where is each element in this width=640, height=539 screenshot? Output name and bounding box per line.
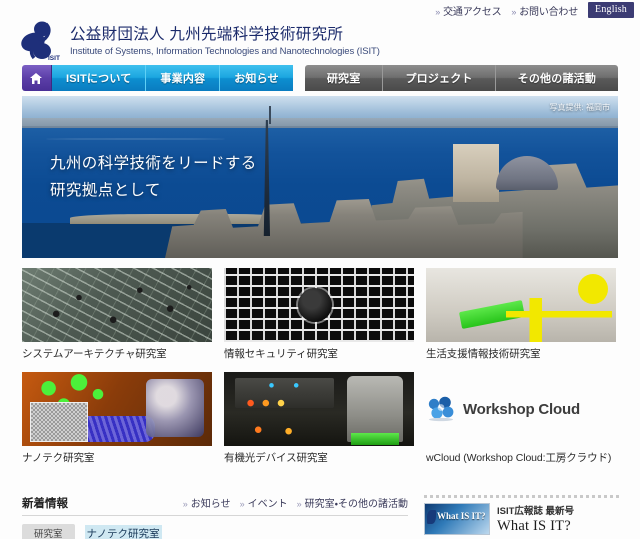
thumbnail-microscope: [346, 376, 403, 443]
card-nanotech[interactable]: ナノテク研究室: [22, 372, 212, 465]
card-label: wCloud (Workshop Cloud:工房クラウド): [426, 452, 612, 464]
thumbnail-green-panel: [459, 300, 526, 330]
news-link-events[interactable]: イベント: [240, 495, 288, 510]
site-header: ISIT 公益財団法人 九州先端科学技術研究所 Institute of Sys…: [0, 18, 640, 64]
news-category-badge: 研究室: [22, 524, 75, 539]
wcloud-logo-text: Workshop Cloud: [463, 400, 580, 418]
card-life-support-it[interactable]: 生活支援情報技術研究室: [426, 268, 616, 361]
thumbnail-green-stage: [350, 432, 399, 445]
english-language-button[interactable]: English: [588, 2, 634, 18]
wcloud-logo: Workshop Cloud: [426, 372, 616, 446]
news-category-links: お知らせ イベント 研究室・その他の諸活動: [183, 495, 408, 510]
nav-other-activities[interactable]: その他の諸活動: [495, 65, 618, 91]
nav-home-button[interactable]: [22, 65, 52, 91]
nav-separator: [293, 65, 305, 91]
widget-body: What IS IT? ISIT広報誌 最新号 What IS IT?: [424, 503, 620, 535]
card-system-architecture[interactable]: システムアーキテクチャ研究室: [22, 268, 212, 361]
site-title-en: Institute of Systems, Information Techno…: [70, 46, 380, 58]
utility-bar: 交通アクセス お問い合わせ English: [0, 0, 640, 20]
card-label: 有機光デバイス研究室: [224, 452, 328, 464]
news-item-title[interactable]: ナノテク研究室: [84, 524, 162, 539]
card-label: システムアーキテクチャ研究室: [22, 348, 167, 360]
card-label: ナノテク研究室: [22, 452, 95, 464]
magazine-logo-icon: [427, 510, 436, 524]
nav-group-primary: ISITについて 事業内容 お知らせ: [22, 65, 293, 91]
page-root: 交通アクセス お問い合わせ English ISIT 公益財団法人 九州先端科学…: [0, 0, 640, 539]
nav-group-secondary: 研究室 プロジェクト その他の諸活動: [304, 65, 618, 91]
hero-headline-line2: 研究拠点として: [50, 182, 161, 200]
site-title-block: 公益財団法人 九州先端科学技術研究所 Institute of Systems,…: [70, 25, 380, 57]
card-thumbnail-optical-device: [224, 372, 414, 446]
card-label: 情報セキュリティ研究室: [224, 348, 338, 360]
svg-text:ISIT: ISIT: [48, 55, 60, 62]
nav-news[interactable]: お知らせ: [220, 65, 293, 91]
news-section-title: 新着情報: [22, 498, 68, 510]
news-list-item[interactable]: 研究室 ナノテク研究室: [22, 524, 408, 539]
card-row-2: ナノテク研究室 有機光デバイス研究室 Workshop Cloud wCloud…: [22, 372, 618, 465]
hero-headline-line1: 九州の科学技術をリードする: [50, 155, 257, 172]
card-row-1: システムアーキテクチャ研究室 情報セキュリティ研究室 生活支援情報技術研究室: [22, 268, 618, 361]
nav-labs[interactable]: 研究室: [304, 65, 384, 91]
isit-logo-icon[interactable]: ISIT: [18, 20, 62, 62]
hero-headline: 九州の科学技術をリードする 研究拠点として: [50, 150, 257, 204]
site-title-ja: 公益財団法人 九州先端科学技術研究所: [70, 25, 344, 43]
cloud-swirl-icon: [428, 396, 454, 422]
card-label: 生活支援情報技術研究室: [426, 348, 541, 360]
widget-kicker: ISIT広報誌 最新号: [497, 506, 575, 517]
widget-headline: What IS IT?: [497, 518, 571, 534]
card-thumbnail-life-support: [426, 268, 616, 342]
hero-beach: [69, 214, 273, 224]
widget-divider: [424, 495, 620, 498]
news-link-labs-activities[interactable]: 研究室・その他の諸活動: [297, 495, 408, 510]
widget-text-block: ISIT広報誌 最新号 What IS IT?: [497, 503, 574, 535]
card-thumbnail-pcb: [22, 268, 212, 342]
card-thumbnail-security: [224, 268, 414, 342]
thumbnail-afm-inset: [29, 401, 88, 442]
news-section: 新着情報 お知らせ イベント 研究室・その他の諸活動 研究室 ナノテク研究室: [22, 495, 408, 539]
card-wcloud[interactable]: Workshop Cloud wCloud (Workshop Cloud:工房…: [426, 372, 616, 465]
main-navigation: ISITについて 事業内容 お知らせ 研究室 プロジェクト その他の諸活動: [22, 65, 618, 91]
news-header: 新着情報 お知らせ イベント 研究室・その他の諸活動: [22, 495, 408, 516]
nav-about[interactable]: ISITについて: [51, 65, 147, 91]
house-icon: [30, 72, 43, 84]
magazine-cover-thumbnail[interactable]: What IS IT?: [424, 503, 490, 535]
publication-widget[interactable]: What IS IT? ISIT広報誌 最新号 What IS IT?: [424, 495, 620, 535]
nav-business[interactable]: 事業内容: [146, 65, 221, 91]
hero-hotel-building: [452, 144, 499, 202]
magazine-cover-title: What IS IT?: [437, 511, 486, 521]
card-organic-photonic-device[interactable]: 有機光デバイス研究室: [224, 372, 414, 465]
lab-card-grid: システムアーキテクチャ研究室 情報セキュリティ研究室 生活支援情報技術研究室 ナ…: [22, 268, 618, 465]
card-information-security[interactable]: 情報セキュリティ研究室: [224, 268, 414, 361]
hero-tower-antenna: [268, 106, 271, 124]
access-link[interactable]: 交通アクセス: [435, 3, 502, 18]
hero-banner[interactable]: 九州の科学技術をリードする 研究拠点として 写真提供: 福岡市: [22, 96, 618, 258]
contact-link[interactable]: お問い合わせ: [511, 3, 578, 18]
nav-projects[interactable]: プロジェクト: [383, 65, 496, 91]
card-thumbnail-nanotech: [22, 372, 212, 446]
hero-photo-credit: 写真提供: 福岡市: [549, 103, 610, 112]
news-link-notices[interactable]: お知らせ: [183, 495, 231, 510]
